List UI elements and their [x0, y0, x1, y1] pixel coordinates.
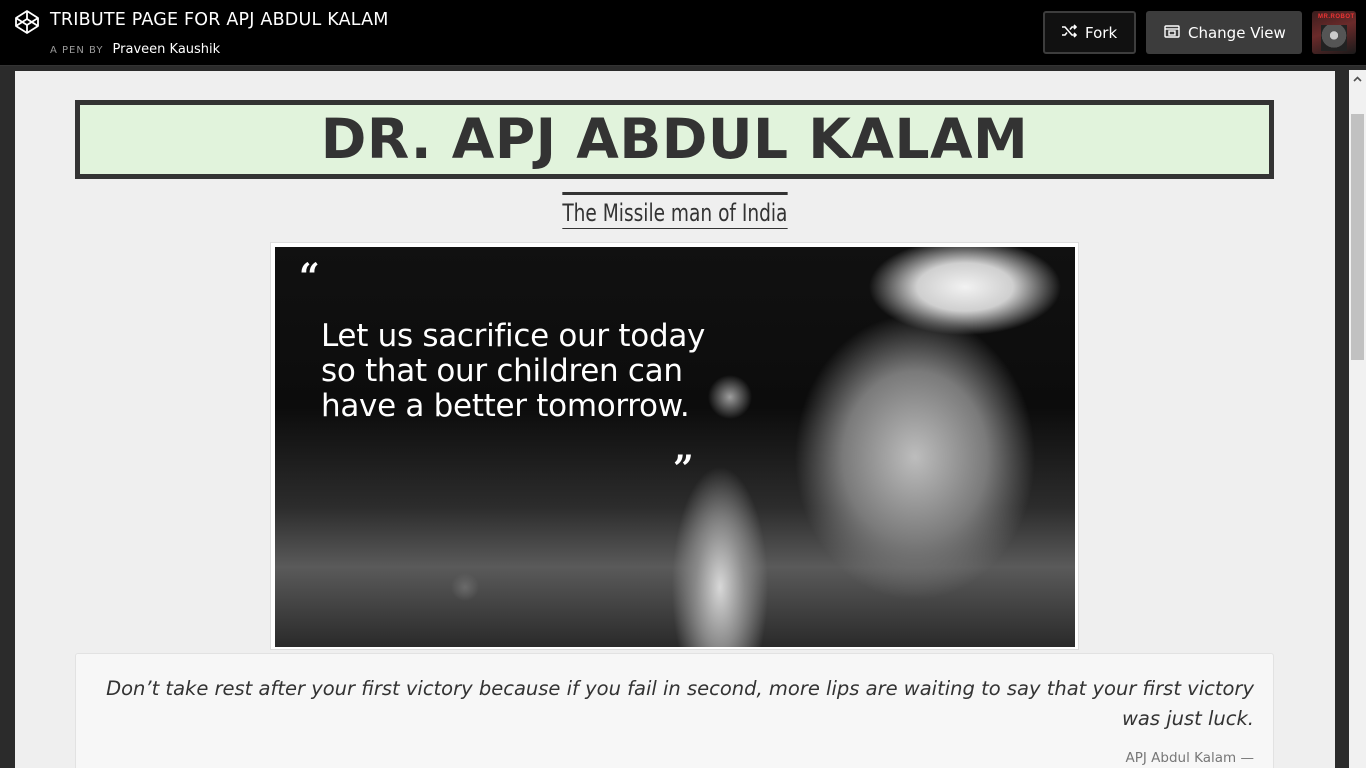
- quote-author: APJ Abdul Kalam —: [1125, 750, 1254, 766]
- quote-text: Don’t take rest after your first victory…: [106, 677, 1254, 730]
- codepen-logo-icon[interactable]: [14, 9, 40, 35]
- kalam-quote-image: “ Let us sacrifice our today so that our…: [275, 247, 1075, 647]
- author-link[interactable]: Praveen Kaushik: [113, 42, 221, 57]
- avatar-figure: [1321, 25, 1347, 51]
- open-quote-mark: “: [299, 256, 320, 298]
- change-view-label: Change View: [1188, 23, 1286, 42]
- avatar-text: MR.ROBOT: [1318, 14, 1355, 20]
- user-avatar[interactable]: MR.ROBOT: [1312, 11, 1356, 54]
- tribute-image-frame: “ Let us sacrifice our today so that our…: [270, 242, 1079, 650]
- change-view-icon: [1164, 24, 1188, 42]
- blockquote: Don’t take rest after your first victory…: [75, 653, 1274, 768]
- byline-prefix: A PEN BY: [50, 45, 104, 56]
- page-title: DR. APJ ABDUL KALAM: [75, 100, 1274, 179]
- result-preview: DR. APJ ABDUL KALAM The Missile man of I…: [15, 71, 1335, 768]
- fork-label: Fork: [1085, 23, 1118, 42]
- subtitle-wrapper: The Missile man of India: [15, 192, 1335, 229]
- scrollbar-thumb[interactable]: [1351, 114, 1364, 360]
- close-quote-mark: ”: [673, 448, 694, 490]
- codepen-header: TRIBUTE PAGE FOR APJ ABDUL KALAM A PEN B…: [0, 0, 1366, 66]
- scroll-up-arrow-icon[interactable]: [1349, 70, 1366, 87]
- pen-byline: A PEN BY Praveen Kaushik: [50, 38, 220, 57]
- fork-button[interactable]: Fork: [1043, 11, 1136, 54]
- page-subtitle: The Missile man of India: [562, 192, 788, 229]
- pen-title: TRIBUTE PAGE FOR APJ ABDUL KALAM: [50, 10, 389, 30]
- fork-icon: [1061, 23, 1085, 42]
- change-view-button[interactable]: Change View: [1146, 11, 1302, 54]
- vertical-scrollbar[interactable]: [1349, 70, 1366, 768]
- image-quote-text: Let us sacrifice our today so that our c…: [321, 318, 706, 424]
